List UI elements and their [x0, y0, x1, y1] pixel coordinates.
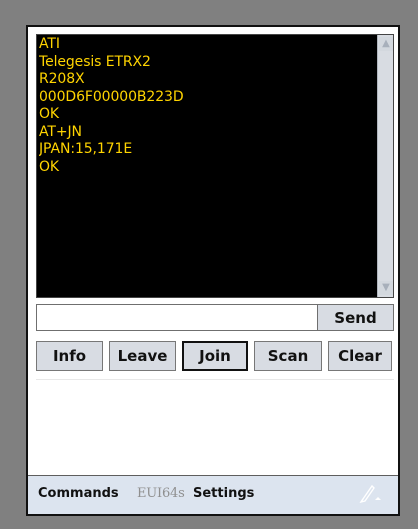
- send-button[interactable]: Send: [317, 305, 393, 330]
- scroll-up-arrow-icon[interactable]: ▲: [379, 37, 393, 51]
- device-frame: ATI Telegesis ETRX2 R208X 000D6F00000B22…: [0, 0, 418, 529]
- terminal-line: OK: [39, 106, 60, 122]
- scroll-down-arrow-icon[interactable]: ▼: [379, 281, 393, 295]
- terminal-line: R208X: [39, 71, 85, 87]
- terminal-line: 000D6F00000B223D: [39, 88, 184, 105]
- info-button[interactable]: Info: [36, 341, 103, 371]
- command-button-row: Info Leave Join Scan Clear: [36, 341, 396, 371]
- app-screen: ATI Telegesis ETRX2 R208X 000D6F00000B22…: [26, 25, 400, 516]
- command-input-row: Send: [36, 304, 394, 331]
- empty-log-area: [36, 379, 394, 476]
- terminal-line: AT+JN: [39, 123, 82, 140]
- bottom-menu-bar: Commands EUI64s Settings: [28, 475, 398, 514]
- commands-menu-item[interactable]: Commands: [38, 486, 119, 502]
- terminal-line: JPAN:15,171E: [39, 141, 133, 157]
- clear-button[interactable]: Clear: [328, 341, 392, 371]
- settings-menu-item[interactable]: Settings: [193, 486, 254, 502]
- leave-button[interactable]: Leave: [109, 341, 176, 371]
- pen-input-icon[interactable]: [355, 483, 385, 507]
- terminal-line: OK: [39, 158, 60, 175]
- terminal-output: ATI Telegesis ETRX2 R208X 000D6F00000B22…: [39, 36, 377, 296]
- terminal-line: ATI: [39, 36, 60, 52]
- serial-terminal: ATI Telegesis ETRX2 R208X 000D6F00000B22…: [36, 34, 394, 298]
- scan-button[interactable]: Scan: [254, 341, 322, 371]
- command-input[interactable]: [37, 305, 317, 330]
- eui64s-menu-item: EUI64s: [137, 486, 185, 501]
- terminal-line: Telegesis ETRX2: [39, 53, 151, 70]
- join-button[interactable]: Join: [182, 341, 248, 371]
- terminal-scrollbar[interactable]: ▲ ▼: [377, 35, 393, 297]
